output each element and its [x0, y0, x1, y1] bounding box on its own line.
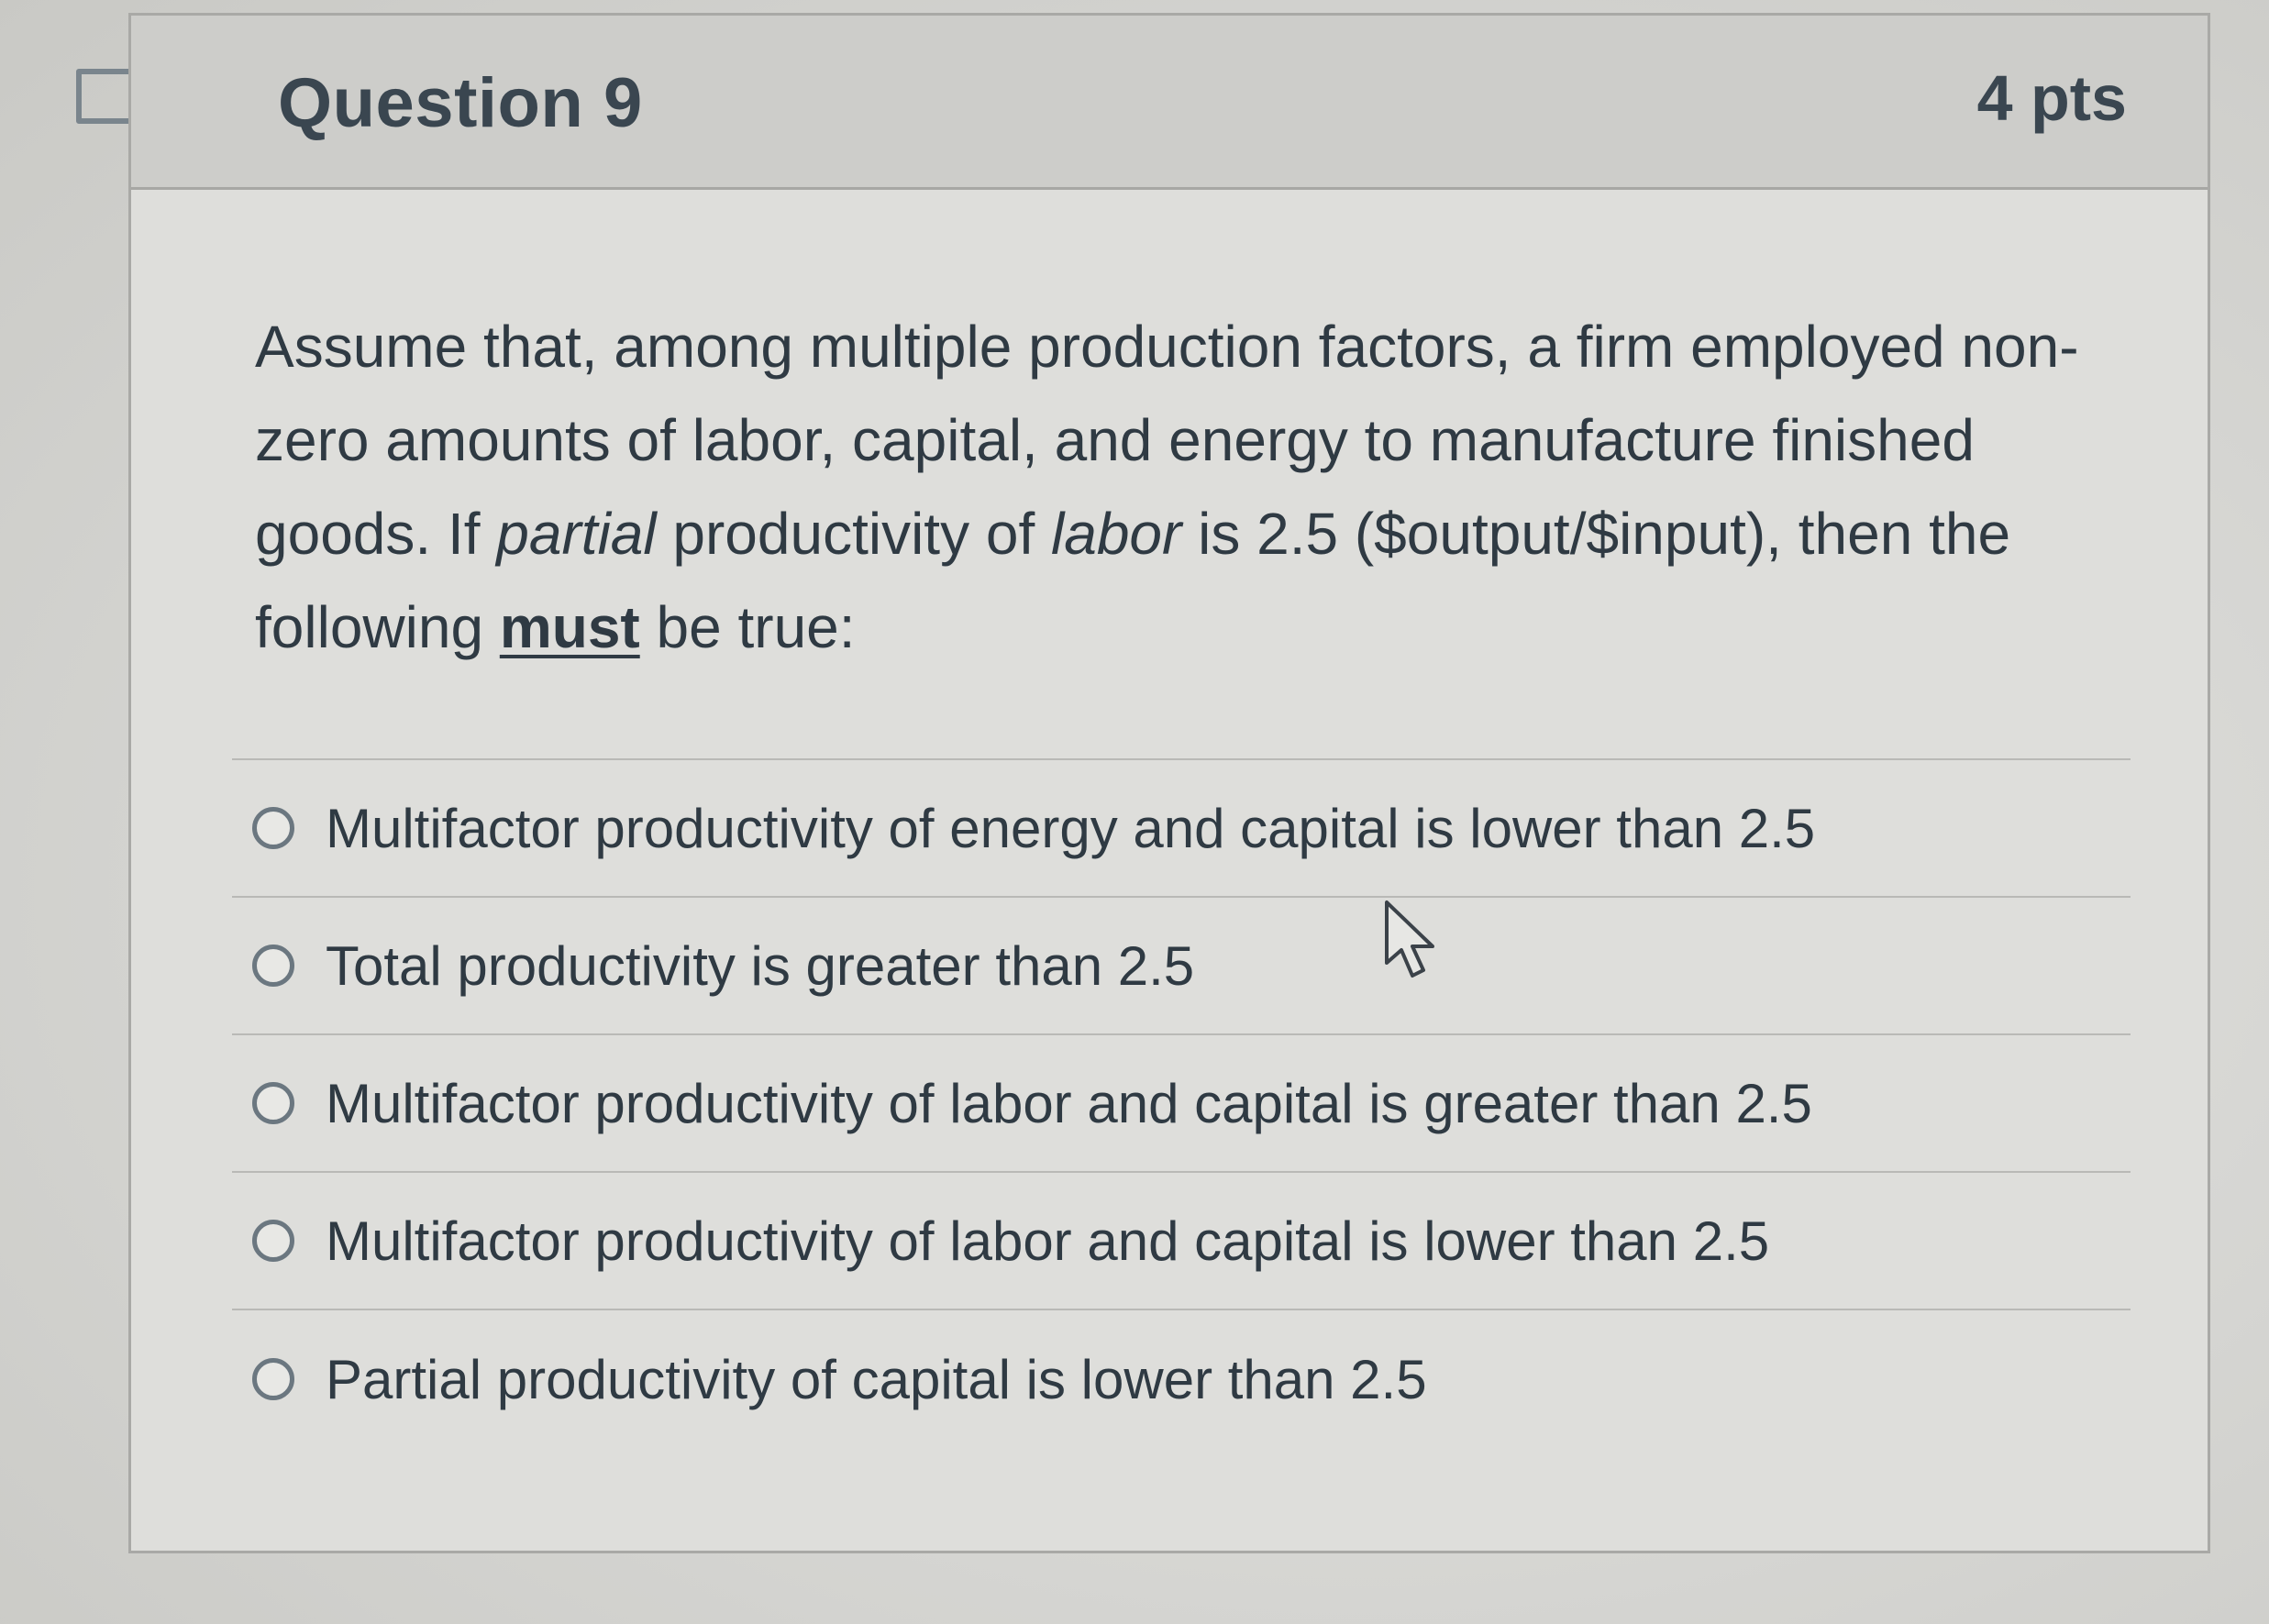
radio-button-icon[interactable]	[252, 807, 294, 849]
mouse-pointer-icon	[1385, 900, 1434, 978]
question-text-italic-labor: labor	[1051, 501, 1182, 567]
question-text-part: be true:	[639, 594, 856, 660]
answer-option-4[interactable]: Multifactor productivity of labor and ca…	[232, 1173, 2131, 1310]
radio-button-icon[interactable]	[252, 1358, 294, 1400]
question-text-part: productivity of	[656, 501, 1051, 567]
radio-button-icon[interactable]	[252, 1082, 294, 1124]
answer-label[interactable]: Partial productivity of capital is lower…	[326, 1348, 1427, 1411]
question-card: Question 9 4 pts Assume that, among mult…	[128, 13, 2210, 1553]
answer-label[interactable]: Total productivity is greater than 2.5	[326, 934, 1194, 998]
answer-option-5[interactable]: Partial productivity of capital is lower…	[232, 1310, 2131, 1448]
question-body: Assume that, among multiple production f…	[131, 190, 2208, 1551]
question-title: Question 9	[278, 64, 643, 142]
answer-option-1[interactable]: Multifactor productivity of energy and c…	[232, 760, 2131, 898]
answer-option-2[interactable]: Total productivity is greater than 2.5	[232, 898, 2131, 1035]
answer-label[interactable]: Multifactor productivity of energy and c…	[326, 797, 1815, 860]
radio-button-icon[interactable]	[252, 945, 294, 987]
question-text-emphasis-must: must	[499, 594, 640, 660]
question-points: 4 pts	[1976, 62, 2127, 134]
question-text-italic-partial: partial	[496, 501, 657, 567]
answer-label[interactable]: Multifactor productivity of labor and ca…	[326, 1210, 1769, 1273]
answer-option-3[interactable]: Multifactor productivity of labor and ca…	[232, 1035, 2131, 1173]
answer-label[interactable]: Multifactor productivity of labor and ca…	[326, 1072, 1812, 1135]
question-text: Assume that, among multiple production f…	[255, 300, 2144, 674]
question-header: Question 9 4 pts	[131, 16, 2208, 190]
radio-button-icon[interactable]	[252, 1220, 294, 1262]
answer-list: Multifactor productivity of energy and c…	[232, 758, 2131, 1448]
